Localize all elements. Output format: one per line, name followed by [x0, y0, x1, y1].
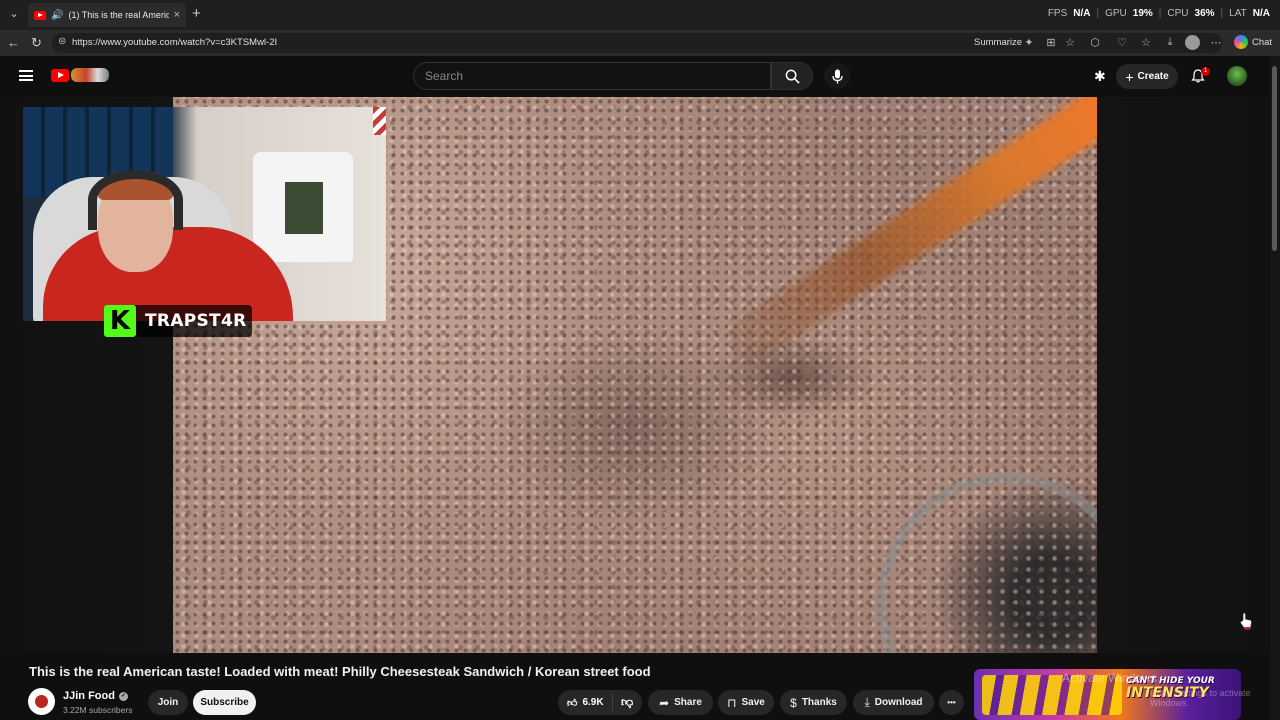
more-dots-icon: ••• [947, 698, 956, 707]
gpu-label: GPU [1105, 8, 1127, 19]
like-count: 6.9K [582, 697, 604, 708]
download-button[interactable]: ⤓ Download [853, 690, 934, 715]
search-icon [785, 69, 800, 84]
back-arrow-icon[interactable]: ← [7, 35, 20, 51]
browser-tab-strip: ⌄ 🔊 (1) This is the real American taste!… [0, 0, 1280, 30]
channel-avatar-mark [35, 695, 48, 708]
audio-playing-icon[interactable]: 🔊 [51, 10, 63, 21]
share-label: Share [674, 697, 702, 708]
channel-avatar[interactable] [28, 688, 55, 715]
subscribe-button[interactable]: Subscribe [193, 690, 256, 715]
like-button[interactable]: 👍︎ 6.9K [558, 694, 613, 711]
chat-label: Chat [1252, 36, 1273, 48]
webcam-headset [88, 170, 183, 230]
more-actions-button[interactable]: ••• [939, 690, 964, 715]
fps-value: N/A [1073, 8, 1091, 19]
premium-sparkle-icon[interactable]: ✱ [1094, 68, 1106, 85]
search-box[interactable] [413, 62, 771, 90]
tab-actions-chevron-icon[interactable]: ⌄ [6, 6, 22, 22]
youtube-header: ✱ + Create 1 [0, 56, 1280, 97]
youtube-play-icon [51, 68, 69, 82]
activate-windows-subtext: Go to Settings to activate Windows. [1150, 688, 1251, 708]
thanks-button[interactable]: $ Thanks [780, 690, 847, 715]
url-text[interactable]: https://www.youtube.com/watch?v=c3KTSMwl… [72, 37, 277, 48]
search-button[interactable] [771, 62, 813, 90]
streamer-webcam-overlay [23, 107, 386, 321]
extensions-icon[interactable]: ⬡ [1088, 36, 1102, 49]
tab-title: (1) This is the real American taste! Loa… [68, 10, 169, 20]
profile-avatar[interactable] [1185, 35, 1200, 50]
video-title: This is the real American taste! Loaded … [29, 664, 651, 679]
gpu-value: 19% [1132, 8, 1153, 19]
copilot-chat-button[interactable]: Chat [1234, 35, 1272, 49]
download-label: Download [874, 697, 923, 708]
webcam-shirt-print [285, 182, 323, 234]
channel-name-row[interactable]: JJin Food ✓ [63, 690, 128, 702]
site-info-icon[interactable]: ⊜ [58, 36, 66, 47]
browser-tab-youtube[interactable]: 🔊 (1) This is the real American taste! L… [28, 3, 186, 27]
mouse-cursor-hand-icon [1239, 612, 1252, 630]
app-available-icon[interactable]: ⊞ [1044, 36, 1058, 49]
webcam-wall-flag [373, 107, 386, 135]
ai-summary-icon[interactable]: ✦ [1022, 36, 1036, 49]
save-label: Save [741, 697, 765, 708]
divider: | [1096, 8, 1100, 19]
youtube-favicon-icon [34, 10, 46, 20]
tab-close-icon[interactable]: × [174, 9, 180, 21]
youtube-logo[interactable] [51, 68, 109, 82]
plus-icon: + [1125, 68, 1134, 85]
scrollbar-thumb[interactable] [1272, 66, 1277, 251]
super-thanks-icon: $ [790, 695, 797, 710]
save-button[interactable]: ⊓ Save [718, 690, 774, 715]
share-button[interactable]: ➦ Share [648, 690, 713, 715]
like-dislike-segment: 👍︎ 6.9K 👎︎ [558, 690, 642, 715]
download-icon: ⤓ [864, 695, 870, 709]
divider: | [1220, 8, 1224, 19]
join-button[interactable]: Join [148, 690, 188, 715]
search-input[interactable] [425, 69, 755, 83]
verified-check-icon: ✓ [118, 691, 128, 701]
cpu-value: 36% [1194, 8, 1215, 19]
downloads-icon[interactable]: ⤓ [1163, 36, 1177, 49]
activate-windows-watermark: Activate Windows [1062, 671, 1157, 685]
performance-overlay: FPS N/A | GPU 19% | CPU 36% | LAT N/A [1048, 8, 1270, 19]
thanks-label: Thanks [801, 697, 837, 708]
notification-count-badge: 1 [1201, 67, 1210, 76]
voice-search-button[interactable] [824, 63, 850, 89]
favorite-star-icon[interactable]: ☆ [1063, 36, 1077, 49]
channel-name[interactable]: JJin Food [63, 690, 115, 702]
copilot-icon [1234, 35, 1248, 49]
browser-essentials-icon[interactable]: ♡ [1115, 36, 1129, 49]
new-tab-button[interactable]: + [192, 5, 201, 23]
dislike-button[interactable]: 👎︎ [613, 695, 633, 710]
streamer-handle: TRAPST4R [145, 311, 247, 331]
favorites-icon[interactable]: ☆ [1139, 36, 1153, 49]
browser-menu-icon[interactable]: ⋯ [1209, 36, 1223, 49]
share-arrow-icon: ➦ [659, 695, 670, 710]
subscriber-count: 3.22M subscribers [63, 705, 133, 715]
youtube-doodle [71, 68, 109, 82]
summarize-button[interactable]: Summarize [974, 37, 1022, 48]
create-button[interactable]: + Create [1116, 64, 1178, 89]
bookmark-icon: ⊓ [727, 695, 737, 710]
streamer-nametag: K TRAPST4R [104, 305, 253, 337]
thumbs-up-icon: 👍︎ [567, 697, 578, 709]
microphone-icon [831, 69, 843, 83]
lat-label: LAT [1229, 8, 1247, 19]
guide-menu-icon[interactable] [19, 70, 33, 81]
thumbs-down-icon: 👎︎ [621, 695, 634, 709]
fps-label: FPS [1047, 8, 1068, 19]
cpu-label: CPU [1167, 8, 1189, 19]
page-scrollbar[interactable] [1270, 56, 1280, 720]
reload-icon[interactable]: ↻ [31, 35, 42, 51]
kick-logo-icon: K [104, 305, 136, 337]
create-label: Create [1137, 71, 1169, 82]
divider: | [1158, 8, 1162, 19]
lat-value: N/A [1252, 8, 1270, 19]
account-avatar[interactable] [1227, 66, 1247, 86]
